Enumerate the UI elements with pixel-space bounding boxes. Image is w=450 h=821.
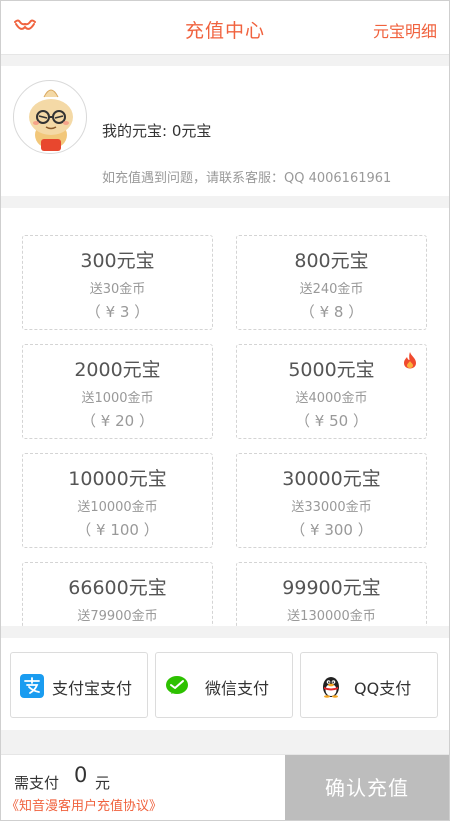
- amount-due-value: 0: [74, 763, 88, 787]
- package-bonus: 送240金币: [299, 282, 364, 297]
- package-title: 99900元宝: [282, 577, 381, 599]
- payment-methods: 支付宝支付 微信支付 QQ支付: [1, 638, 449, 730]
- package-price: （ ¥ 300 ）: [290, 521, 373, 539]
- profile-card: 我的元宝: 0元宝 如充值遇到问题，请联系客服：QQ 4006161961: [1, 66, 449, 196]
- wechat-pay-button[interactable]: 微信支付: [155, 652, 293, 718]
- package-price: （ ¥ 8 ）: [299, 303, 364, 321]
- package-bonus: 送130000金币: [287, 609, 376, 624]
- package-bonus: 送30金币: [89, 282, 146, 297]
- package-card[interactable]: 800元宝 送240金币 （ ¥ 8 ）: [236, 235, 427, 330]
- qq-pay-button[interactable]: QQ支付: [300, 652, 438, 718]
- package-bonus: 送10000金币: [77, 500, 158, 515]
- amount-due-label: 需支付: [14, 774, 60, 792]
- package-bonus: 送79900金币: [77, 609, 158, 624]
- ingot-details-link[interactable]: 元宝明细: [373, 18, 437, 42]
- package-title: 10000元宝: [68, 468, 167, 490]
- package-card[interactable]: 99900元宝 送130000金币: [236, 562, 427, 626]
- package-card[interactable]: 10000元宝 送10000金币 （ ¥ 100 ）: [22, 453, 213, 548]
- package-card[interactable]: 5000元宝 送4000金币 （ ¥ 50 ）: [236, 344, 427, 439]
- package-price: （ ¥ 3 ）: [85, 303, 150, 321]
- qq-penguin-icon: [323, 677, 339, 698]
- payment-label: QQ支付: [354, 679, 412, 698]
- package-title: 800元宝: [294, 250, 369, 272]
- package-bonus: 送33000金币: [291, 500, 372, 515]
- package-title: 66600元宝: [68, 577, 167, 599]
- package-card[interactable]: 30000元宝 送33000金币 （ ¥ 300 ）: [236, 453, 427, 548]
- alipay-button[interactable]: 支付宝支付: [10, 652, 148, 718]
- package-card[interactable]: 2000元宝 送1000金币 （ ¥ 20 ）: [22, 344, 213, 439]
- avatar-icon: [29, 89, 73, 151]
- package-bonus: 送1000金币: [81, 391, 154, 406]
- recharge-agreement-link[interactable]: 《知音漫客用户充值协议》: [6, 795, 162, 814]
- alipay-icon: [20, 674, 44, 698]
- package-card[interactable]: 66600元宝 送79900金币: [22, 562, 213, 626]
- package-price: （ ¥ 20 ）: [81, 412, 154, 430]
- header-bar: 充值中心 元宝明细: [1, 1, 449, 55]
- payment-label: 微信支付: [205, 679, 270, 698]
- balance-text: 我的元宝: 0元宝: [102, 122, 212, 140]
- avatar: [13, 80, 87, 154]
- package-title: 30000元宝: [282, 468, 381, 490]
- package-title: 2000元宝: [74, 359, 161, 381]
- support-text: 如充值遇到问题，请联系客服：QQ 4006161961: [102, 171, 392, 186]
- confirm-recharge-button[interactable]: 确认充值: [285, 755, 449, 821]
- package-price: （ ¥ 50 ）: [295, 412, 368, 430]
- checkout-bar: 需支付 0 元 《知音漫客用户充值协议》 确认充值: [1, 754, 449, 821]
- package-grid: 300元宝 送30金币 （ ¥ 3 ） 800元宝 送240金币 （ ¥ 8 ）…: [1, 208, 449, 626]
- package-price: （ ¥ 100 ）: [76, 521, 159, 539]
- payment-label: 支付宝支付: [52, 679, 133, 698]
- package-bonus: 送4000金币: [295, 391, 368, 406]
- amount-due-unit: 元: [95, 774, 111, 792]
- package-title: 5000元宝: [288, 359, 375, 381]
- package-title: 300元宝: [80, 250, 155, 272]
- package-card[interactable]: 300元宝 送30金币 （ ¥ 3 ）: [22, 235, 213, 330]
- wechat-icon: [166, 676, 188, 694]
